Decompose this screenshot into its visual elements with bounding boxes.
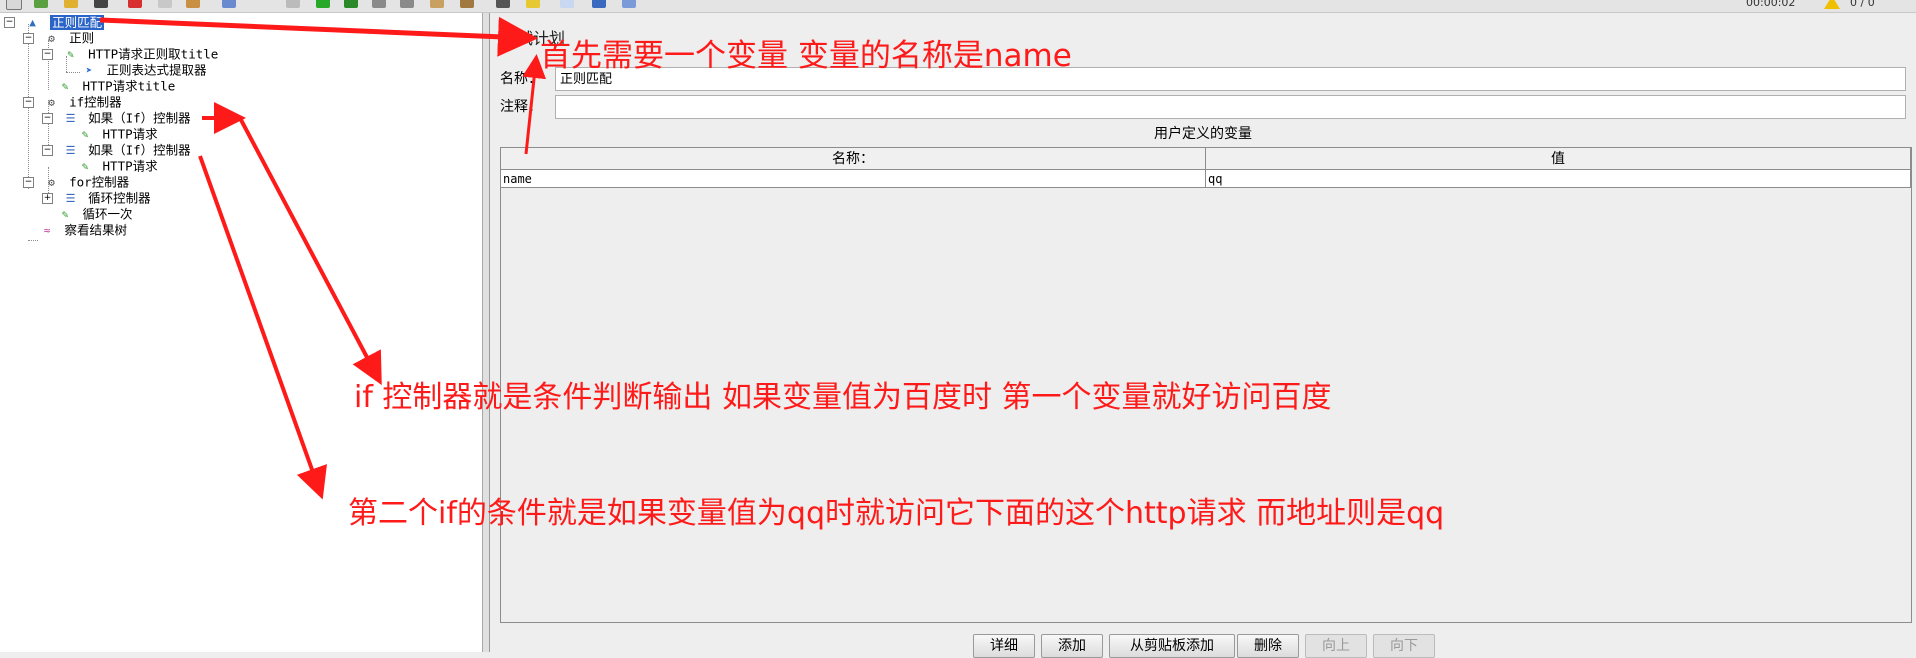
tree-item-if-controller[interactable]: − ☰ 如果（If）控制器	[42, 142, 191, 158]
copy-icon[interactable]	[158, 0, 172, 8]
collapse-icon[interactable]: −	[4, 17, 15, 28]
tree-item-label: 正则表达式提取器	[106, 62, 207, 78]
tree-item-thread-group[interactable]: − ⚙ if控制器	[23, 94, 122, 110]
tree-guide	[28, 240, 38, 241]
tree-item-label: for控制器	[69, 174, 130, 190]
test-plan-editor: 测试计划 名称： 正则匹配 注释： 用户定义的变量 名称： 值 name qq …	[490, 13, 1916, 658]
shutdown-icon[interactable]	[400, 0, 414, 8]
tree-item-label: if控制器	[69, 94, 122, 110]
test-plan-icon: ▲	[29, 15, 36, 29]
if-controller-icon: ☰	[65, 111, 76, 125]
results-tree-icon: ≈	[43, 223, 51, 237]
if-controller-icon: ☰	[65, 143, 76, 157]
tree-item-label: 正则匹配	[50, 14, 105, 30]
collapse-icon[interactable]: −	[42, 49, 53, 60]
remote-icon[interactable]	[622, 0, 636, 8]
tree-item-http-sampler[interactable]: − ✎ HTTP请求正则取title	[42, 46, 218, 62]
save-icon[interactable]	[94, 0, 108, 8]
tree-item-thread-group[interactable]: − ⚙ for控制器	[23, 174, 129, 190]
start-no-pause-icon[interactable]	[344, 0, 358, 8]
loop-controller-icon: ☰	[65, 191, 76, 205]
tree-item-label: 循环一次	[82, 206, 133, 222]
comment-row: 注释：	[500, 94, 1916, 120]
thread-counter: 0 / 0	[1850, 0, 1875, 9]
panel-splitter[interactable]	[483, 13, 490, 652]
move-down-button[interactable]: 向下	[1373, 634, 1435, 658]
expand-icon[interactable]	[222, 0, 236, 8]
tree-item-http-sampler[interactable]: ✎ HTTP请求title	[58, 78, 176, 94]
collapse-icon[interactable]: −	[23, 177, 34, 188]
tree-item-label: HTTP请求	[102, 126, 158, 142]
collapse-icon[interactable]: −	[42, 113, 53, 124]
comment-label: 注释：	[500, 99, 542, 115]
test-plan-tree: − ▲ 正则匹配 − ⚙ 正则 − ✎ HTTP请求正则取title ➤ 正则表…	[0, 13, 483, 652]
paste-icon[interactable]	[186, 0, 200, 8]
http-sampler-icon: ✎	[61, 207, 69, 221]
clear-all-icon[interactable]	[460, 0, 474, 8]
http-sampler-icon: ✎	[61, 79, 69, 93]
add-button[interactable]: 添加	[1041, 634, 1103, 658]
http-sampler-icon: ✎	[81, 127, 89, 141]
annotation-variable: 首先需要一个变量 变量的名称是name	[540, 38, 1072, 74]
help-icon[interactable]	[592, 0, 606, 8]
tree-item-http-sampler[interactable]: ✎ HTTP请求	[78, 126, 158, 142]
http-sampler-icon: ✎	[81, 159, 89, 173]
tree-item-label: 循环控制器	[88, 190, 151, 206]
comment-field[interactable]	[555, 95, 1906, 119]
delete-button[interactable]: 删除	[1237, 634, 1299, 658]
warning-icon[interactable]	[1824, 0, 1840, 9]
tree-item-label: 正则	[69, 30, 95, 46]
elapsed-time: 00:00:02	[1746, 0, 1796, 9]
table-cell-name[interactable]: name	[501, 170, 1206, 188]
annotation-second-if: 第二个if的条件就是如果变量值为qq时就访问它下面的这个http请求 而地址则是…	[348, 496, 1445, 531]
column-header-name[interactable]: 名称：	[501, 148, 1206, 170]
tree-item-thread-group[interactable]: − ⚙ 正则	[23, 30, 94, 46]
tree-item-results-tree[interactable]: ≈ 察看结果树	[40, 222, 127, 238]
tree-item-test-plan[interactable]: − ▲ 正则匹配	[4, 14, 105, 30]
search-icon[interactable]	[496, 0, 510, 8]
tree-item-label: 如果（If）控制器	[88, 142, 191, 158]
cut-icon[interactable]	[128, 0, 142, 8]
tree-item-regex-extractor[interactable]: ➤ 正则表达式提取器	[82, 62, 207, 78]
thread-group-icon: ⚙	[48, 31, 55, 45]
tree-item-if-controller[interactable]: − ☰ 如果（If）控制器	[42, 110, 191, 126]
collapse-icon[interactable]: −	[23, 33, 34, 44]
http-sampler-icon: ✎	[67, 47, 74, 61]
tree-item-label: HTTP请求正则取title	[88, 46, 219, 62]
reset-search-icon[interactable]	[526, 0, 540, 8]
function-helper-icon[interactable]	[560, 0, 574, 8]
new-icon[interactable]	[6, 0, 22, 10]
tree-item-label: HTTP请求	[102, 158, 158, 174]
tree-item-loop-controller[interactable]: + ☰ 循环控制器	[42, 190, 151, 206]
name-label: 名称：	[500, 71, 542, 87]
tree-item-label: HTTP请求title	[82, 78, 176, 94]
tree-guide	[66, 72, 80, 73]
stop-icon[interactable]	[372, 0, 386, 8]
open-icon[interactable]	[64, 0, 78, 8]
annotation-if-controller: if 控制器就是条件判断输出 如果变量值为百度时 第一个变量就好访问百度	[354, 380, 1332, 415]
detail-button[interactable]: 详细	[973, 634, 1035, 658]
user-defined-variables-title: 用户定义的变量	[1154, 126, 1252, 142]
templates-icon[interactable]	[34, 0, 48, 8]
column-header-value[interactable]: 值	[1206, 148, 1911, 170]
start-icon[interactable]	[316, 0, 330, 8]
collapse-icon[interactable]: −	[42, 145, 53, 156]
extractor-icon: ➤	[85, 63, 93, 77]
move-up-button[interactable]: 向上	[1305, 634, 1367, 658]
add-from-clipboard-button[interactable]: 从剪贴板添加	[1109, 634, 1235, 658]
tree-item-http-sampler[interactable]: ✎ 循环一次	[58, 206, 133, 222]
toggle-icon[interactable]	[286, 0, 300, 8]
toolbar: 00:00:02 0 / 0	[0, 0, 1916, 13]
clear-icon[interactable]	[430, 0, 444, 8]
thread-group-icon: ⚙	[48, 95, 55, 109]
expand-icon[interactable]: +	[42, 193, 53, 204]
table-button-bar: 详细 添加 从剪贴板添加 删除 向上 向下	[490, 634, 1916, 658]
collapse-icon[interactable]: −	[23, 97, 34, 108]
tree-item-label: 察看结果树	[64, 222, 128, 238]
tree-item-label: 如果（If）控制器	[88, 110, 191, 126]
thread-group-icon: ⚙	[48, 175, 55, 189]
table-cell-value[interactable]: qq	[1206, 170, 1911, 188]
tree-item-http-sampler[interactable]: ✎ HTTP请求	[78, 158, 158, 174]
